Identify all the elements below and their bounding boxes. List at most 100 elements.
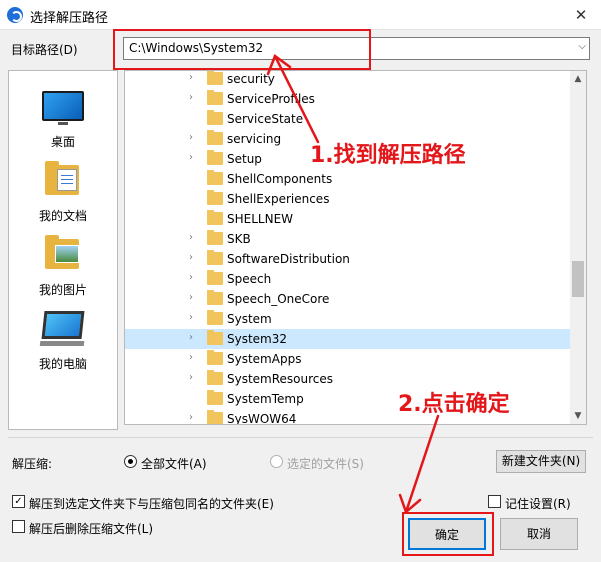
scroll-thumb[interactable] <box>572 261 584 297</box>
computer-icon <box>41 311 85 339</box>
folder-icon <box>207 150 223 165</box>
chevron-right-icon[interactable]: › <box>189 292 193 303</box>
radio-selected-files-label: 选定的文件(S) <box>287 457 364 471</box>
annotation-step2: 2.点击确定 <box>398 392 510 417</box>
radio-all-files-label[interactable]: 全部文件(A) <box>141 455 207 472</box>
folder-icon <box>207 350 223 365</box>
tree-item-label: SoftwareDistribution <box>227 252 350 266</box>
place-pictures[interactable]: 我的图片 <box>9 235 117 298</box>
chevron-right-icon[interactable]: › <box>189 272 193 283</box>
folder-tree[interactable]: › security › ServiceProfiles ServiceState › se… <box>124 70 587 425</box>
folder-icon <box>207 250 223 265</box>
tree-row[interactable]: ShellComponents <box>125 169 571 189</box>
chevron-right-icon[interactable]: › <box>189 252 193 263</box>
chevron-right-icon[interactable]: › <box>189 312 193 323</box>
chevron-right-icon[interactable]: › <box>189 232 193 243</box>
app-logo-icon <box>7 7 23 23</box>
tree-row[interactable]: › SKB <box>125 229 571 249</box>
tree-item-label: SHELLNEW <box>227 212 294 226</box>
tree-item-label: ServiceState <box>227 112 304 126</box>
tree-item-label: security <box>227 72 275 86</box>
divider <box>8 437 593 438</box>
place-label: 我的文档 <box>38 209 87 223</box>
folder-icon <box>207 410 223 424</box>
folder-icon <box>207 190 223 205</box>
new-folder-button[interactable]: 新建文件夹(N) <box>496 450 586 473</box>
chevron-right-icon[interactable]: › <box>189 132 193 143</box>
pictures-icon <box>45 235 81 269</box>
chevron-right-icon[interactable]: › <box>189 372 193 383</box>
folder-icon <box>207 270 223 285</box>
ok-highlight-box <box>402 512 494 556</box>
tree-item-label: ServiceProfiles <box>227 92 315 106</box>
extract-label: 解压缩: <box>12 457 53 471</box>
remember-settings-label[interactable]: 记住设置(R) <box>505 495 571 512</box>
place-label: 我的图片 <box>38 283 87 297</box>
tree-item-label: SysWOW64 <box>227 412 297 425</box>
cancel-button[interactable]: 取消 <box>500 518 578 550</box>
folder-icon <box>207 230 223 245</box>
tree-row[interactable]: › Speech_OneCore <box>125 289 571 309</box>
window-title: 选择解压路径 <box>30 11 109 26</box>
chevron-right-icon[interactable]: › <box>189 352 193 363</box>
chevron-down-icon[interactable]: ⌵ <box>578 41 586 52</box>
folder-icon <box>207 290 223 305</box>
chevron-right-icon[interactable]: › <box>189 412 193 423</box>
tree-row[interactable]: › security <box>125 71 571 89</box>
tree-row[interactable]: › Speech <box>125 269 571 289</box>
close-button[interactable]: ✕ <box>561 0 601 30</box>
place-label: 桌面 <box>50 135 75 149</box>
desktop-icon <box>42 91 84 125</box>
tree-item-label: servicing <box>227 132 282 146</box>
folder-icon <box>207 170 223 185</box>
tree-item-label: ShellExperiences <box>227 192 330 206</box>
chevron-right-icon[interactable]: › <box>189 332 193 343</box>
arrowhead-step2 <box>398 493 422 515</box>
scroll-up-icon[interactable]: ▲ <box>570 71 586 87</box>
tree-item-label: System32 <box>227 332 288 346</box>
tree-item-label: ShellComponents <box>227 172 333 186</box>
remember-settings-checkbox[interactable] <box>488 495 501 508</box>
delete-after-checkbox[interactable] <box>12 520 25 533</box>
folder-icon <box>207 210 223 225</box>
folder-icon <box>207 390 223 405</box>
tree-row[interactable]: › System32 <box>125 329 571 349</box>
tree-item-label: Speech_OneCore <box>227 292 330 306</box>
extract-to-folder-label[interactable]: 解压到选定文件夹下与压缩包同名的文件夹(E) <box>29 495 274 512</box>
tree-row[interactable]: › ServiceProfiles <box>125 89 571 109</box>
tree-item-label: System <box>227 312 272 326</box>
tree-row[interactable]: SHELLNEW <box>125 209 571 229</box>
chevron-right-icon[interactable]: › <box>189 72 193 83</box>
tree-item-label: SystemResources <box>227 372 334 386</box>
place-label: 我的电脑 <box>38 357 87 371</box>
place-computer[interactable]: 我的电脑 <box>9 311 117 372</box>
title-bar: 选择解压路径 ✕ <box>0 0 601 30</box>
tree-row[interactable]: › SoftwareDistribution <box>125 249 571 269</box>
path-highlight-box <box>113 29 371 70</box>
folder-icon <box>207 110 223 125</box>
places-sidebar: 桌面 我的文档 我的图片 我的电脑 <box>8 70 118 430</box>
chevron-right-icon[interactable]: › <box>189 152 193 163</box>
place-desktop[interactable]: 桌面 <box>9 91 117 150</box>
tree-row[interactable]: › SystemApps <box>125 349 571 369</box>
tree-item-label: Setup <box>227 152 262 166</box>
arrow-step2 <box>404 414 440 514</box>
tree-row[interactable]: › System <box>125 309 571 329</box>
radio-all-files[interactable] <box>124 455 137 468</box>
radio-selected-files <box>270 455 283 468</box>
tree-scrollbar[interactable]: ▲ ▼ <box>570 71 586 424</box>
folder-icon <box>207 90 223 105</box>
delete-after-label[interactable]: 解压后删除压缩文件(L) <box>29 520 153 537</box>
folder-icon <box>207 330 223 345</box>
tree-item-label: SKB <box>227 232 251 246</box>
scroll-down-icon[interactable]: ▼ <box>570 408 586 424</box>
extract-to-folder-checkbox[interactable]: ✓ <box>12 495 25 508</box>
folder-icon <box>207 370 223 385</box>
tree-row[interactable]: ServiceState <box>125 109 571 129</box>
folder-icon <box>207 130 223 145</box>
tree-item-label: SystemApps <box>227 352 302 366</box>
tree-row[interactable]: ShellExperiences <box>125 189 571 209</box>
chevron-right-icon[interactable]: › <box>189 92 193 103</box>
place-documents[interactable]: 我的文档 <box>9 161 117 224</box>
annotation-step1: 1.找到解压路径 <box>310 143 466 168</box>
